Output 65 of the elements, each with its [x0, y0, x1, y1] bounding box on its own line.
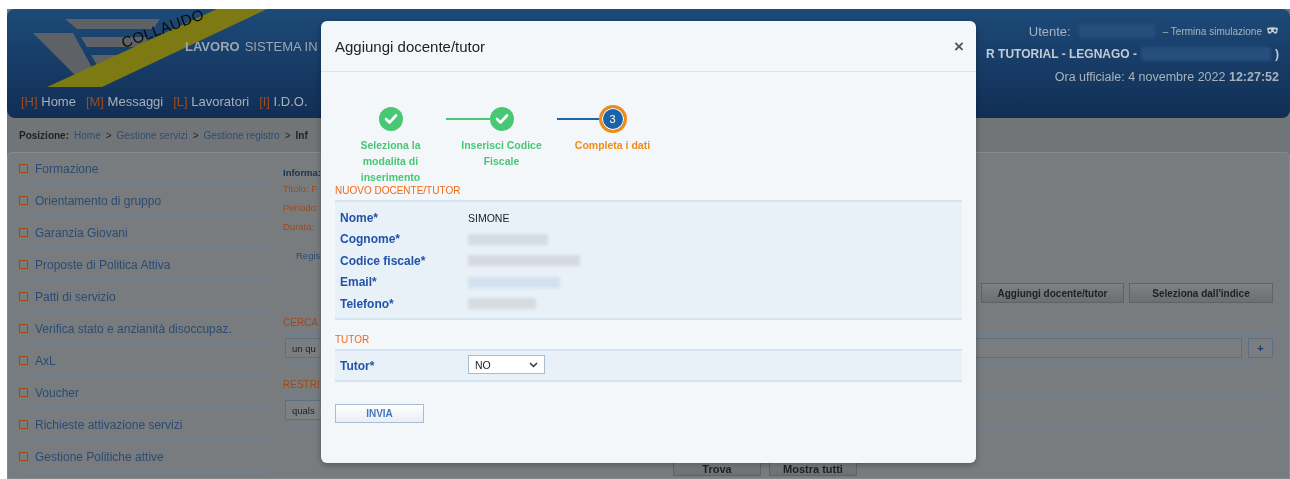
mask-icon: [1266, 27, 1279, 35]
sidebar-item[interactable]: Verifica stato e anzianità disoccupaz.: [35, 321, 232, 336]
breadcrumb-separator: >: [284, 129, 291, 141]
field-label: Cognome*: [340, 232, 401, 247]
chevron-down-icon: [529, 361, 538, 368]
nav-link[interactable]: [L] Lavoratori: [173, 94, 250, 109]
sidebar-item[interactable]: Patti di servizio: [35, 289, 116, 304]
step-label: Completa i dati: [573, 138, 652, 153]
nav-link[interactable]: [I] I.D.O.: [259, 94, 308, 109]
square-icon: [19, 388, 28, 397]
action-button[interactable]: Aggiungi docente/tutor: [981, 283, 1124, 303]
field-label: Email*: [340, 275, 378, 290]
square-icon: [19, 228, 28, 237]
step-label: Seleziona la modalita di inserimento: [359, 138, 422, 185]
breadcrumb-link[interactable]: Gestione servizi: [116, 129, 188, 141]
sidebar-item[interactable]: Orientamento di gruppo: [35, 193, 162, 208]
field-label: Codice fiscale*: [340, 253, 427, 268]
add-button[interactable]: +: [1248, 338, 1273, 358]
nav-link[interactable]: [M] Messaggi: [85, 94, 164, 109]
field-label: Nome*: [340, 210, 379, 225]
square-icon: [19, 196, 28, 205]
square-icon: [19, 356, 28, 365]
field-label: Tutor*: [340, 359, 376, 374]
sidebar-item[interactable]: Richieste attivazione servizi: [35, 417, 183, 432]
office-name: R TUTORIAL - LEGNAGO -: [986, 47, 1137, 61]
square-icon: [19, 292, 28, 301]
official-time: Ora ufficiale: 4 novembre 2022 12:27:52: [1054, 70, 1279, 84]
field-value: SIMONE: [468, 211, 510, 224]
square-icon: [19, 324, 28, 333]
select-field[interactable]: NO: [468, 355, 545, 375]
breadcrumb-separator: >: [105, 129, 112, 141]
info-line: Durata:: [283, 221, 315, 234]
breadcrumb-label: Posizione:: [19, 129, 69, 141]
square-icon: [19, 260, 28, 269]
step-label: Inserisci Codice Fiscale: [460, 138, 543, 169]
office-name-end: ): [1275, 47, 1279, 61]
square-icon: [19, 452, 28, 461]
section-heading: NUOVO DOCENTE/TUTOR: [335, 185, 462, 197]
breadcrumb-link[interactable]: Gestione registro: [203, 129, 280, 141]
sidebar-item[interactable]: Proposte di Politica Attiva: [35, 257, 171, 272]
square-icon: [19, 420, 28, 429]
sidebar-item[interactable]: Formazione: [35, 161, 99, 176]
submit-button[interactable]: INVIA: [335, 404, 424, 423]
sidebar-item[interactable]: Gestione Politiche attive: [35, 449, 164, 464]
sidebar-item[interactable]: Voucher: [35, 385, 80, 400]
breadcrumb-link[interactable]: Inf: [295, 129, 308, 141]
modal-title: Aggiungi docente/tutor: [335, 37, 486, 55]
close-button[interactable]: ×: [954, 37, 964, 55]
user-label: Utente:: [1028, 23, 1071, 39]
info-line: Periodo:: [283, 202, 319, 215]
register-link[interactable]: Regis: [296, 250, 321, 261]
info-line: Titolo: F: [283, 183, 317, 196]
action-button[interactable]: Seleziona dall'indice: [1129, 283, 1273, 303]
step-number: 3: [598, 105, 627, 133]
info-heading: Informa:: [283, 167, 321, 180]
breadcrumb-separator: >: [192, 129, 199, 141]
end-simulation-link[interactable]: – Termina simulazione: [1162, 25, 1262, 37]
sidebar-item[interactable]: AxL: [35, 353, 56, 368]
section-heading: TUTOR: [335, 333, 371, 346]
breadcrumb-link[interactable]: Home: [74, 129, 101, 141]
brand-subtitle: SISTEMA IN: [244, 39, 318, 54]
nav-link[interactable]: [H] Home: [21, 94, 76, 109]
field-label: Telefono*: [340, 296, 395, 311]
square-icon: [19, 164, 28, 173]
sidebar-item[interactable]: Garanzia Giovani: [35, 225, 128, 240]
